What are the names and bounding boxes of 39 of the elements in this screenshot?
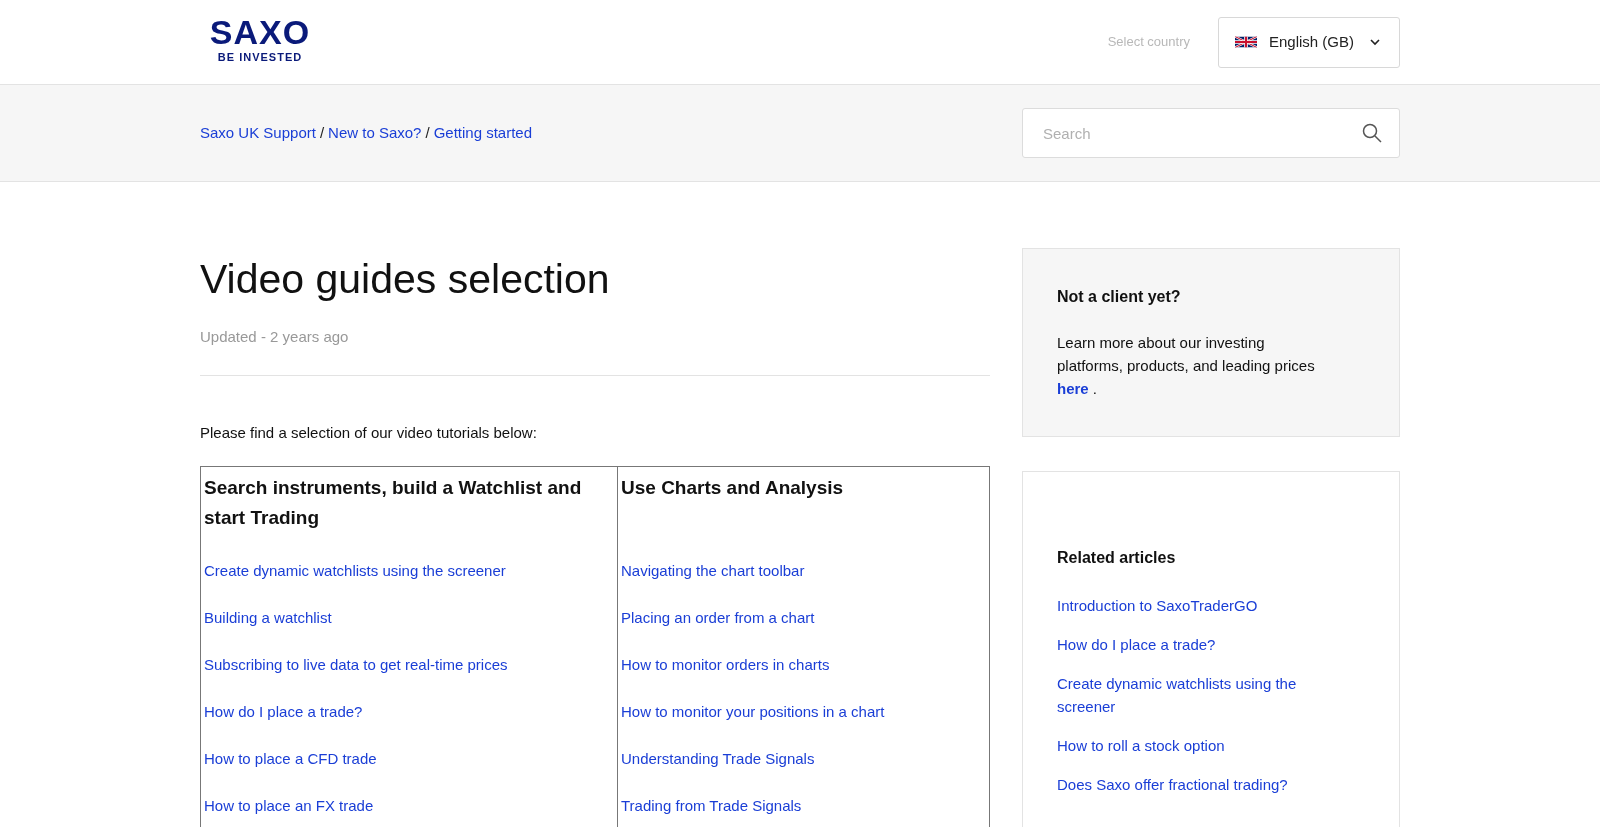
video-guide-link[interactable]: Create dynamic watchlists using the screener	[204, 561, 506, 580]
breadcrumb-separator: /	[319, 122, 325, 143]
search-field[interactable]: Search	[1022, 108, 1400, 158]
logo-wordmark[interactable]: SAXO	[209, 14, 311, 50]
logo-tagline: BE INVESTED	[217, 50, 303, 64]
video-guide-link[interactable]: Subscribing to live data to get real-time prices	[204, 655, 508, 674]
column-heading: Use Charts and Analysis	[621, 476, 845, 500]
column-heading: Search instruments, build a Watchlist and start Trading	[204, 476, 583, 530]
promo-title: Not a client yet?	[1057, 287, 1182, 307]
language-dropdown[interactable]: English (GB)	[1218, 16, 1400, 68]
related-article-link[interactable]: How to roll a stock option	[1057, 734, 1317, 757]
search-icon[interactable]	[1362, 123, 1382, 143]
video-guide-link[interactable]: Placing an order from a chart	[621, 608, 815, 627]
related-title: Related articles	[1057, 548, 1177, 568]
video-guide-link[interactable]: How do I place a trade?	[204, 702, 363, 721]
updated-date: Updated - 2 years ago	[200, 327, 350, 347]
video-guide-link[interactable]: How to monitor orders in charts	[621, 655, 830, 674]
breadcrumb-link[interactable]: Saxo UK Support	[200, 121, 316, 145]
related-article-link[interactable]: Introduction to SaxoTraderGO	[1057, 594, 1317, 617]
video-guide-link[interactable]: Building a watchlist	[204, 608, 332, 627]
related-article-link[interactable]: Create dynamic watchlists using the screener	[1057, 672, 1317, 718]
related-article-link[interactable]: How do I place a trade?	[1057, 633, 1317, 656]
video-guide-link[interactable]: How to place an FX trade	[204, 796, 374, 815]
video-guide-link[interactable]: Understanding Trade Signals	[621, 749, 815, 768]
uk-flag-icon	[1235, 35, 1257, 49]
select-country-label: Select country	[1107, 33, 1190, 52]
breadcrumb-link[interactable]: Getting started	[433, 121, 533, 145]
here-link[interactable]: here	[1057, 380, 1089, 397]
breadcrumb-separator: /	[425, 122, 430, 143]
breadcrumb-link[interactable]: New to Saxo?	[328, 121, 422, 145]
related-article-link[interactable]: Does Saxo offer fractional trading?	[1057, 773, 1317, 796]
video-guide-link[interactable]: How to place a CFD trade	[204, 749, 377, 768]
video-guide-link[interactable]: Trading from Trade Signals	[621, 796, 802, 815]
intro-text: Please find a selection of our video tutorials below:	[200, 422, 538, 443]
video-guide-link[interactable]: How to monitor your positions in a chart	[621, 702, 885, 721]
video-guide-link[interactable]: Navigating the chart toolbar	[621, 561, 805, 580]
chevron-down-icon	[1370, 38, 1381, 46]
promo-text: Learn more about our investing platforms, products, and leading prices here .	[1057, 333, 1316, 399]
article-title: Video guides selection	[200, 255, 611, 304]
